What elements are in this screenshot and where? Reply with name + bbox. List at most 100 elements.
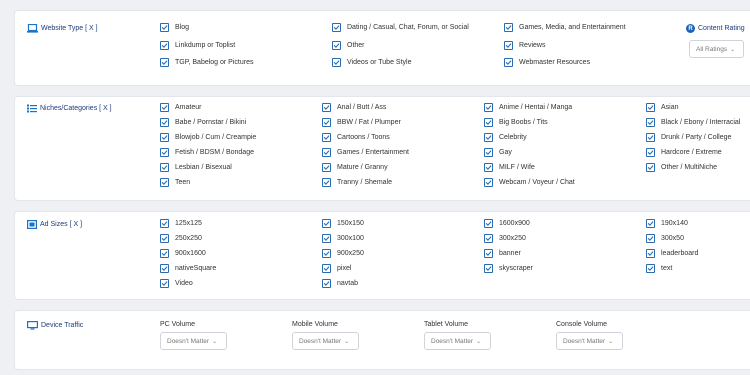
niche-checkbox-item[interactable]: Fetish / BDSM / Bondage [160,148,254,157]
checkbox-checked[interactable] [160,249,169,258]
checkbox-checked[interactable] [160,234,169,243]
checkbox-checked[interactable] [504,40,513,50]
website-type-checkbox-item[interactable]: Dating / Casual, Chat, Forum, or Social [332,23,469,32]
checkbox-checked[interactable] [484,219,493,228]
website-type-checkbox-item[interactable]: Linkdump or Toplist [160,40,235,50]
niche-checkbox-item[interactable]: Other / MultiNiche [646,163,717,172]
website-type-checkbox-item[interactable]: Reviews [504,40,545,50]
checkbox-checked[interactable] [322,279,331,288]
ad-size-checkbox-item[interactable]: navtab [322,279,358,288]
checkbox-checked[interactable] [160,279,169,288]
ad-size-checkbox-item[interactable]: leaderboard [646,249,698,258]
website-type-checkbox-item[interactable]: Blog [160,23,189,32]
checkbox-checked[interactable] [646,118,655,127]
checkbox-checked[interactable] [332,23,341,32]
checkbox-checked[interactable] [332,40,341,50]
niche-checkbox-item[interactable]: Games / Entertainment [322,148,409,157]
checkbox-checked[interactable] [484,234,493,243]
checkbox-checked[interactable] [160,133,169,142]
niche-checkbox-item[interactable]: Amateur [160,103,201,112]
website-type-checkbox-item[interactable]: Games, Media, and Entertainment [504,23,626,32]
checkbox-checked[interactable] [322,148,331,157]
ad-size-checkbox-item[interactable]: 125x125 [160,219,202,228]
checkbox-checked[interactable] [484,118,493,127]
niche-checkbox-item[interactable]: Mature / Granny [322,163,388,172]
ad-size-checkbox-item[interactable]: 300x50 [646,234,684,243]
checkbox-checked[interactable] [160,219,169,228]
checkbox-checked[interactable] [160,178,169,187]
checkbox-checked[interactable] [484,163,493,172]
ad-size-checkbox-item[interactable]: 300x250 [484,234,526,243]
checkbox-checked[interactable] [322,234,331,243]
checkbox-checked[interactable] [322,249,331,258]
checkbox-checked[interactable] [646,219,655,228]
checkbox-checked[interactable] [484,103,493,112]
niche-checkbox-item[interactable]: Celebrity [484,133,527,142]
niche-checkbox-item[interactable]: Black / Ebony / Interracial [646,118,740,127]
checkbox-checked[interactable] [646,133,655,142]
niche-checkbox-item[interactable]: Drunk / Party / College [646,133,731,142]
checkbox-checked[interactable] [160,264,169,273]
niche-checkbox-item[interactable]: Anal / Butt / Ass [322,103,386,112]
checkbox-checked[interactable] [484,133,493,142]
checkbox-checked[interactable] [322,178,331,187]
ad-size-checkbox-item[interactable]: banner [484,249,521,258]
website-type-checkbox-item[interactable]: Other [332,40,365,50]
checkbox-checked[interactable] [160,40,169,50]
checkbox-checked[interactable] [504,58,513,67]
checkbox-checked[interactable] [646,249,655,258]
ad-size-checkbox-item[interactable]: pixel [322,264,351,273]
ad-size-checkbox-item[interactable]: nativeSquare [160,264,216,273]
device-volume-select[interactable]: Doesn't Matter ⌄ [160,332,227,350]
checkbox-checked[interactable] [484,249,493,258]
checkbox-checked[interactable] [160,118,169,127]
checkbox-checked[interactable] [322,133,331,142]
checkbox-checked[interactable] [322,163,331,172]
checkbox-checked[interactable] [504,23,513,32]
checkbox-checked[interactable] [160,103,169,112]
website-type-checkbox-item[interactable]: TGP, Babelog or Pictures [160,58,253,67]
website-type-checkbox-item[interactable]: Videos or Tube Style [332,58,411,67]
niches-title[interactable]: Niches/Categories [ X ] [27,104,112,113]
ad-size-checkbox-item[interactable]: 1600x900 [484,219,530,228]
checkbox-checked[interactable] [646,103,655,112]
checkbox-checked[interactable] [484,148,493,157]
ad-size-checkbox-item[interactable]: 300x100 [322,234,364,243]
website-type-title[interactable]: Website Type [ X ] [27,24,98,33]
niche-checkbox-item[interactable]: MILF / Wife [484,163,535,172]
checkbox-checked[interactable] [646,264,655,273]
checkbox-checked[interactable] [160,23,169,32]
device-volume-select[interactable]: Doesn't Matter ⌄ [292,332,359,350]
niche-checkbox-item[interactable]: Anime / Hentai / Manga [484,103,572,112]
checkbox-checked[interactable] [322,264,331,273]
niche-checkbox-item[interactable]: Gay [484,148,512,157]
content-rating-select[interactable]: All Ratings ⌄ [689,40,744,58]
ad-size-checkbox-item[interactable]: text [646,264,672,273]
checkbox-checked[interactable] [322,118,331,127]
checkbox-checked[interactable] [160,163,169,172]
niche-checkbox-item[interactable]: Asian [646,103,679,112]
checkbox-checked[interactable] [322,103,331,112]
ad-size-checkbox-item[interactable]: 900x250 [322,249,364,258]
niche-checkbox-item[interactable]: Webcam / Voyeur / Chat [484,178,575,187]
niche-checkbox-item[interactable]: Babe / Pornstar / Bikini [160,118,246,127]
checkbox-checked[interactable] [322,219,331,228]
checkbox-checked[interactable] [646,148,655,157]
checkbox-checked[interactable] [332,58,341,67]
ad-size-checkbox-item[interactable]: 900x1600 [160,249,206,258]
checkbox-checked[interactable] [646,234,655,243]
niche-checkbox-item[interactable]: Lesbian / Bisexual [160,163,232,172]
device-volume-select[interactable]: Doesn't Matter ⌄ [556,332,623,350]
ad-size-checkbox-item[interactable]: 150x150 [322,219,364,228]
checkbox-checked[interactable] [160,58,169,67]
niche-checkbox-item[interactable]: Blowjob / Cum / Creampie [160,133,256,142]
ad-size-checkbox-item[interactable]: 190x140 [646,219,688,228]
ad-size-checkbox-item[interactable]: Video [160,279,193,288]
niche-checkbox-item[interactable]: BBW / Fat / Plumper [322,118,401,127]
checkbox-checked[interactable] [646,163,655,172]
ad-size-checkbox-item[interactable]: skyscraper [484,264,533,273]
website-type-checkbox-item[interactable]: Webmaster Resources [504,58,590,67]
niche-checkbox-item[interactable]: Cartoons / Toons [322,133,390,142]
niche-checkbox-item[interactable]: Hardcore / Extreme [646,148,722,157]
niche-checkbox-item[interactable]: Teen [160,178,190,187]
